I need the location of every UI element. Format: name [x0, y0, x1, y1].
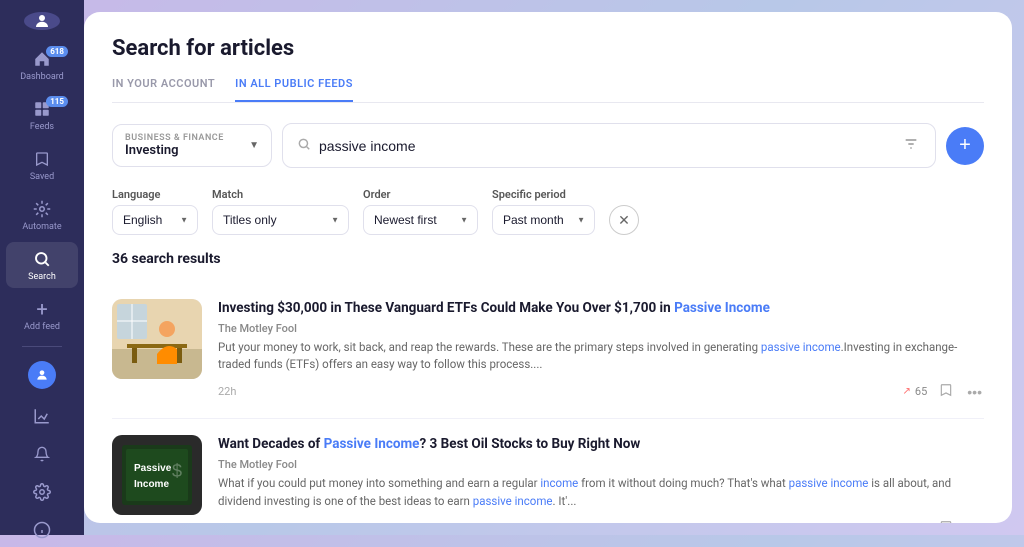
dashboard-badge: 618 [46, 46, 68, 57]
tab-bar: IN YOUR ACCOUNT IN ALL PUBLIC FEEDS [112, 77, 984, 103]
sidebar-item-label: Add feed [24, 322, 60, 332]
language-select[interactable]: English French Spanish German [112, 205, 198, 235]
clear-filters-button[interactable]: ✕ [609, 205, 639, 235]
filters-row: Language English French Spanish German M… [112, 188, 984, 235]
article-content-2: Want Decades of Passive Income? 3 Best O… [218, 435, 984, 523]
svg-text:Passive: Passive [134, 463, 172, 474]
match-select-wrapper[interactable]: Titles only Full content Titles and cont… [212, 205, 349, 235]
filter-order-label: Order [363, 188, 478, 201]
add-feed-icon: + [31, 298, 53, 320]
sidebar-item-add-feed[interactable]: + Add feed [0, 292, 84, 338]
svg-text:Income: Income [134, 479, 169, 490]
article-time-1: 22h [218, 385, 236, 398]
tab-your-account[interactable]: IN YOUR ACCOUNT [112, 77, 215, 102]
filter-language-label: Language [112, 188, 198, 201]
article-title-1[interactable]: Investing $30,000 in These Vanguard ETFs… [218, 299, 984, 318]
article-trending-count-1: 65 [915, 385, 927, 398]
sidebar-item-label: Search [28, 272, 56, 282]
article-footer-2: 2d ↗ 15 ••• [218, 518, 984, 523]
category-label: BUSINESS & FINANCE [125, 133, 241, 143]
filter-icon-btn[interactable] [901, 134, 921, 157]
filter-match-label: Match [212, 188, 349, 201]
article-actions-1: ↗ 65 ••• [903, 381, 984, 402]
sidebar-logo[interactable] [24, 12, 60, 30]
article-excerpt-1: Put your money to work, sit back, and re… [218, 339, 984, 374]
sidebar-item-saved[interactable]: Saved [0, 142, 84, 188]
article-title-highlight-2: Passive Income [324, 436, 420, 452]
page-title: Search for articles [112, 36, 984, 61]
search-input[interactable] [319, 138, 893, 154]
search-icon [297, 137, 311, 155]
article-excerpt-2: What if you could put money into somethi… [218, 475, 984, 510]
sidebar-item-label: Automate [22, 222, 61, 232]
sidebar-item-profile-pic[interactable] [0, 355, 84, 395]
filter-match: Match Titles only Full content Titles an… [212, 188, 349, 235]
avatar [28, 361, 56, 389]
sidebar-bottom [0, 342, 84, 547]
article-card: Investing $30,000 in These Vanguard ETFs… [112, 283, 984, 419]
article-source-1: The Motley Fool [218, 322, 984, 335]
automate-icon [31, 198, 53, 220]
sidebar: 618 Dashboard 115 Feeds Saved Automate S… [0, 0, 84, 535]
more-button-1[interactable]: ••• [965, 382, 984, 402]
order-select-wrapper[interactable]: Newest first Oldest first Most relevant [363, 205, 478, 235]
article-actions-2: ↗ 15 ••• [903, 518, 984, 523]
sidebar-item-automate[interactable]: Automate [0, 192, 84, 238]
language-select-wrapper[interactable]: English French Spanish German [112, 205, 198, 235]
chevron-down-icon: ▼ [249, 140, 259, 151]
add-button[interactable]: + [946, 127, 984, 165]
category-value: Investing [125, 143, 241, 158]
feeds-badge: 115 [46, 96, 68, 107]
bookmark-button-2[interactable] [937, 518, 955, 523]
order-select[interactable]: Newest first Oldest first Most relevant [363, 205, 478, 235]
sidebar-item-notifications[interactable] [0, 437, 84, 471]
search-input-wrapper [282, 123, 936, 168]
period-select[interactable]: Past month Past week Past year All time [492, 205, 595, 235]
bell-icon [31, 443, 53, 465]
sidebar-item-dashboard[interactable]: 618 Dashboard [0, 42, 84, 88]
article-content-1: Investing $30,000 in These Vanguard ETFs… [218, 299, 984, 402]
article-thumbnail-1 [112, 299, 202, 379]
sidebar-item-label: Feeds [30, 122, 54, 132]
sidebar-item-info[interactable] [0, 513, 84, 547]
svg-text:$: $ [172, 461, 182, 481]
main-content: Search for articles IN YOUR ACCOUNT IN A… [84, 12, 1012, 523]
article-stat-2: ↗ 15 [903, 522, 928, 523]
sidebar-item-search[interactable]: Search [6, 242, 78, 288]
analytics-icon [31, 405, 53, 427]
tab-public-feeds[interactable]: IN ALL PUBLIC FEEDS [235, 77, 353, 102]
gear-icon [31, 481, 53, 503]
sidebar-item-analytics[interactable] [0, 399, 84, 433]
sidebar-item-label: Saved [30, 172, 54, 182]
filter-period: Specific period Past month Past week Pas… [492, 188, 595, 235]
results-count: 36 search results [112, 251, 984, 267]
filter-language: Language English French Spanish German [112, 188, 198, 235]
more-button-2[interactable]: ••• [965, 518, 984, 523]
search-bar: BUSINESS & FINANCE Investing ▼ + [112, 123, 984, 168]
article-source-2: The Motley Fool [218, 458, 984, 471]
search-nav-icon [31, 248, 53, 270]
sidebar-divider [22, 346, 62, 347]
article-stat-1: ↗ 65 [903, 385, 928, 398]
article-trending-count-2: 15 [915, 522, 927, 523]
match-select[interactable]: Titles only Full content Titles and cont… [212, 205, 349, 235]
filter-period-label: Specific period [492, 188, 595, 201]
article-time-2: 2d [218, 522, 230, 523]
bookmark-button-1[interactable] [937, 381, 955, 402]
article-title-highlight: Passive Income [674, 300, 770, 316]
article-thumbnail-2: Passive Income $ [112, 435, 202, 515]
article-footer-1: 22h ↗ 65 ••• [218, 381, 984, 402]
sidebar-item-settings[interactable] [0, 475, 84, 509]
trending-icon-1: ↗ [903, 386, 911, 397]
sidebar-item-feeds[interactable]: 115 Feeds [0, 92, 84, 138]
article-title-2[interactable]: Want Decades of Passive Income? 3 Best O… [218, 435, 984, 454]
bookmark-icon [31, 148, 53, 170]
article-card-2: Passive Income $ Want Decades of Passive… [112, 419, 984, 523]
category-select[interactable]: BUSINESS & FINANCE Investing ▼ [112, 124, 272, 167]
period-select-wrapper[interactable]: Past month Past week Past year All time [492, 205, 595, 235]
info-icon [31, 519, 53, 541]
sidebar-item-label: Dashboard [20, 72, 64, 82]
filter-order: Order Newest first Oldest first Most rel… [363, 188, 478, 235]
